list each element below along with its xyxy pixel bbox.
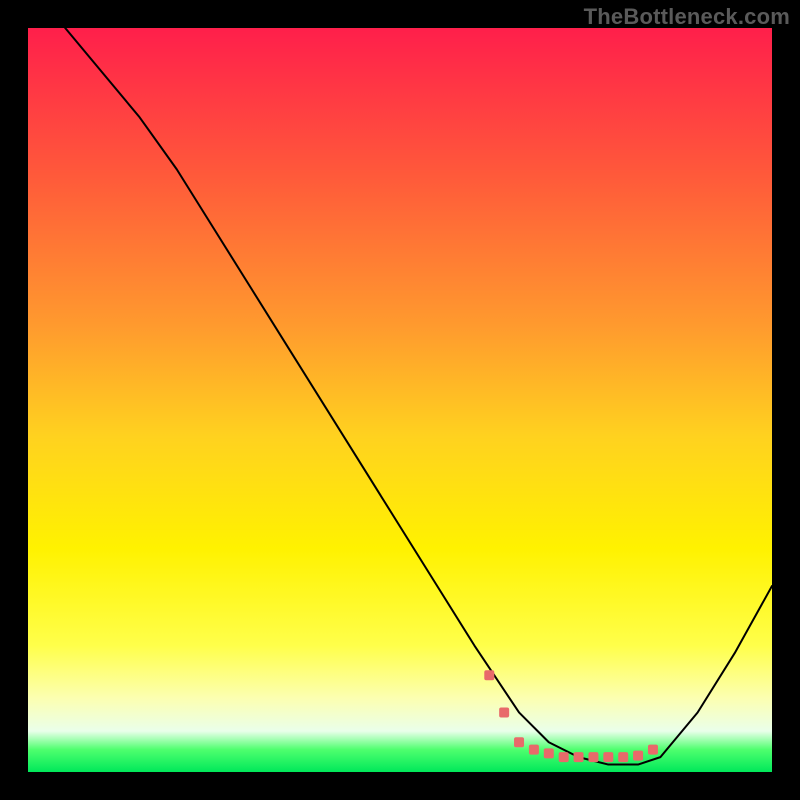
marker-point (484, 670, 494, 680)
chart-container: TheBottleneck.com (0, 0, 800, 800)
marker-point (514, 737, 524, 747)
watermark-text: TheBottleneck.com (584, 4, 790, 30)
marker-point (588, 752, 598, 762)
marker-point (499, 707, 509, 717)
marker-point (544, 748, 554, 758)
marker-point (648, 745, 658, 755)
plot-background (28, 28, 772, 772)
marker-point (559, 752, 569, 762)
marker-point (633, 751, 643, 761)
marker-point (618, 752, 628, 762)
marker-point (529, 745, 539, 755)
marker-point (603, 752, 613, 762)
chart-svg (0, 0, 800, 800)
marker-point (574, 752, 584, 762)
